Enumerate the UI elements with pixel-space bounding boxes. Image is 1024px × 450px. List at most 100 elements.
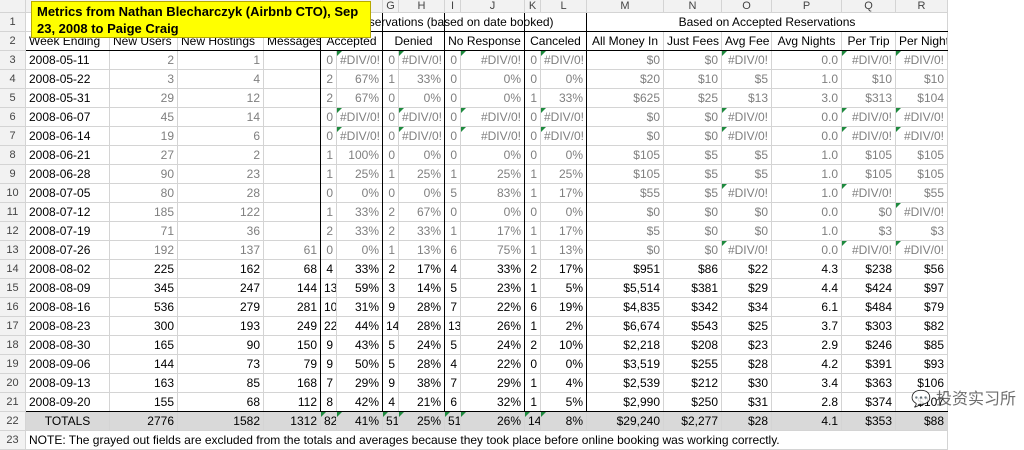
data-cell[interactable]: $5 (722, 70, 772, 89)
data-cell[interactable]: #DIV/0! (722, 184, 772, 203)
data-cell[interactable]: $30 (722, 374, 772, 393)
data-cell[interactable]: 536 (110, 298, 178, 317)
data-cell[interactable]: $246 (842, 336, 896, 355)
data-cell[interactable]: 13 (445, 317, 461, 336)
data-cell[interactable]: $85 (896, 336, 948, 355)
data-cell[interactable]: 122 (178, 203, 264, 222)
data-cell[interactable]: $381 (664, 279, 722, 298)
data-cell[interactable]: #DIV/0! (541, 51, 587, 70)
data-cell[interactable]: 2008-06-07 (26, 108, 110, 127)
data-cell[interactable]: $238 (842, 260, 896, 279)
data-cell[interactable]: 2008-08-02 (26, 260, 110, 279)
data-cell[interactable]: 28% (399, 355, 445, 374)
data-cell[interactable]: 144 (264, 279, 321, 298)
data-cell[interactable]: #DIV/0! (541, 127, 587, 146)
row-header-3[interactable]: 3 (0, 51, 26, 70)
data-cell[interactable]: 0% (399, 184, 445, 203)
data-cell[interactable]: 2008-08-09 (26, 279, 110, 298)
data-cell[interactable]: 9 (321, 336, 337, 355)
data-cell[interactable]: 2 (178, 146, 264, 165)
data-cell[interactable]: 2008-05-11 (26, 51, 110, 70)
data-cell[interactable]: $208 (664, 336, 722, 355)
data-cell[interactable]: 2008-09-20 (26, 393, 110, 412)
data-cell[interactable]: $6,674 (587, 317, 664, 336)
totals-cell[interactable]: $353 (842, 412, 896, 431)
data-cell[interactable]: $484 (842, 298, 896, 317)
data-cell[interactable]: 24% (461, 336, 525, 355)
data-cell[interactable]: 6 (445, 241, 461, 260)
data-cell[interactable]: 1 (383, 165, 399, 184)
data-cell[interactable]: $212 (664, 374, 722, 393)
data-cell[interactable]: 2 (525, 336, 541, 355)
row-header-8[interactable]: 8 (0, 146, 26, 165)
data-cell[interactable]: $5,514 (587, 279, 664, 298)
data-cell[interactable]: 75% (461, 241, 525, 260)
data-cell[interactable]: 0 (445, 108, 461, 127)
data-cell[interactable]: 71 (110, 222, 178, 241)
data-cell[interactable]: 3 (383, 279, 399, 298)
data-cell[interactable]: 2.8 (772, 393, 842, 412)
data-cell[interactable]: 68 (264, 260, 321, 279)
data-cell[interactable]: 10% (541, 336, 587, 355)
data-cell[interactable]: 0.0 (772, 241, 842, 260)
data-cell[interactable]: #DIV/0! (842, 184, 896, 203)
data-cell[interactable]: $0 (587, 241, 664, 260)
totals-cell[interactable]: 14 (525, 412, 541, 431)
data-cell[interactable] (264, 127, 321, 146)
data-cell[interactable]: #DIV/0! (337, 108, 383, 127)
data-cell[interactable]: 68 (178, 393, 264, 412)
data-cell[interactable]: #DIV/0! (896, 127, 948, 146)
data-cell[interactable]: 1 (383, 70, 399, 89)
data-cell[interactable]: 0 (383, 146, 399, 165)
data-cell[interactable]: $82 (896, 317, 948, 336)
data-cell[interactable]: #DIV/0! (896, 51, 948, 70)
data-cell[interactable]: 2008-07-05 (26, 184, 110, 203)
data-cell[interactable] (264, 222, 321, 241)
data-cell[interactable]: 73 (178, 355, 264, 374)
data-cell[interactable]: 14 (383, 317, 399, 336)
data-cell[interactable]: $0 (587, 108, 664, 127)
data-cell[interactable]: 247 (178, 279, 264, 298)
data-cell[interactable]: 5% (541, 393, 587, 412)
data-cell[interactable]: 59% (337, 279, 383, 298)
data-cell[interactable]: $31 (722, 393, 772, 412)
data-cell[interactable]: 22 (321, 317, 337, 336)
data-cell[interactable]: 4.2 (772, 355, 842, 374)
data-cell[interactable]: 162 (178, 260, 264, 279)
data-cell[interactable]: 45 (110, 108, 178, 127)
data-cell[interactable]: 0 (383, 127, 399, 146)
column-header-p[interactable]: P (772, 0, 842, 13)
data-cell[interactable]: 9 (383, 374, 399, 393)
data-cell[interactable] (264, 203, 321, 222)
data-cell[interactable]: 83% (461, 184, 525, 203)
data-cell[interactable]: 2008-05-31 (26, 89, 110, 108)
data-cell[interactable]: $0 (664, 222, 722, 241)
data-cell[interactable]: 2008-08-30 (26, 336, 110, 355)
title-text-box[interactable]: Metrics from Nathan Blecharczyk (Airbnb … (31, 1, 371, 38)
data-cell[interactable]: 0 (383, 108, 399, 127)
data-cell[interactable]: $105 (842, 165, 896, 184)
data-cell[interactable]: 0% (337, 184, 383, 203)
data-cell[interactable]: $424 (842, 279, 896, 298)
data-cell[interactable]: #DIV/0! (722, 108, 772, 127)
data-cell[interactable]: $2,539 (587, 374, 664, 393)
row-header-19[interactable]: 19 (0, 355, 26, 374)
data-cell[interactable]: 7 (321, 374, 337, 393)
data-cell[interactable]: 17% (461, 222, 525, 241)
data-cell[interactable]: $3,519 (587, 355, 664, 374)
data-cell[interactable]: 25% (337, 165, 383, 184)
data-cell[interactable]: 6 (525, 298, 541, 317)
data-cell[interactable]: 9 (383, 298, 399, 317)
data-cell[interactable]: $3 (842, 222, 896, 241)
data-cell[interactable]: 2 (383, 260, 399, 279)
data-cell[interactable]: 185 (110, 203, 178, 222)
data-cell[interactable]: 4 (445, 355, 461, 374)
data-cell[interactable]: $5 (664, 146, 722, 165)
column-label-per-trip[interactable]: Per Trip (842, 32, 896, 51)
data-cell[interactable]: $104 (896, 89, 948, 108)
data-cell[interactable]: 0 (445, 146, 461, 165)
data-cell[interactable]: 1 (445, 165, 461, 184)
data-cell[interactable]: $105 (842, 146, 896, 165)
data-cell[interactable] (264, 184, 321, 203)
data-cell[interactable]: 100% (337, 146, 383, 165)
